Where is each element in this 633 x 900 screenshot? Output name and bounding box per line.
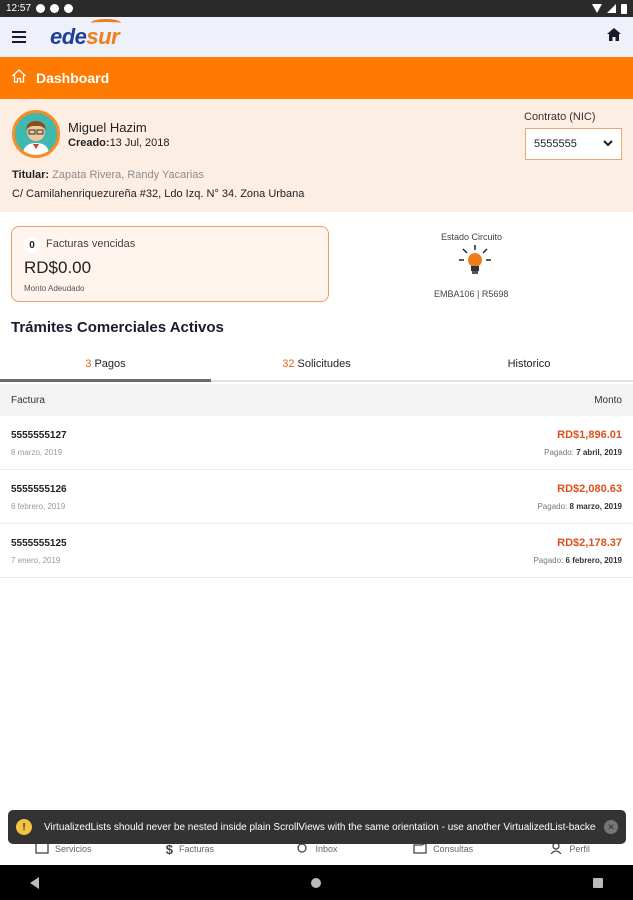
services-icon xyxy=(35,842,49,856)
invoice-list: 5555555127 8 marzo, 2019 RD$1,896.01 Pag… xyxy=(0,416,633,578)
app-header: edesur xyxy=(0,17,633,57)
invoice-date: 6 febrero, 2019 xyxy=(11,502,66,511)
contract-label: Contrato (NIC) xyxy=(524,111,596,123)
battery-icon xyxy=(621,3,627,14)
home-icon[interactable] xyxy=(607,28,621,46)
consultas-icon xyxy=(413,841,427,856)
warning-icon: ! xyxy=(16,819,32,835)
inbox-icon xyxy=(295,842,309,856)
tab-solicitudes[interactable]: 32 Solicitudes xyxy=(211,348,422,380)
dashboard-bar: Dashboard xyxy=(0,57,633,99)
nav-consultas[interactable]: Consultas xyxy=(380,841,507,856)
invoice-amount: RD$2,178.37 xyxy=(557,537,622,549)
hamburger-menu-icon[interactable] xyxy=(12,31,26,43)
tab-historico[interactable]: Historico xyxy=(422,348,633,380)
tab-bar: 3 Pagos 32 Solicitudes Historico xyxy=(0,348,633,382)
paid-date: Pagado: 7 abril, 2019 xyxy=(544,448,622,457)
paid-date: Pagado: 6 febrero, 2019 xyxy=(533,556,622,565)
overdue-label: Facturas vencidas xyxy=(46,238,136,250)
invoice-number: 5555555127 xyxy=(11,430,67,441)
download-status-icon xyxy=(64,4,74,13)
nav-servicios[interactable]: Servicios xyxy=(0,842,127,856)
profile-icon xyxy=(549,842,563,856)
column-monto: Monto xyxy=(594,394,622,406)
circuit-code: EMBA106 | R5698 xyxy=(434,289,509,299)
table-row[interactable]: 5555555125 7 enero, 2019 RD$2,178.37 Pag… xyxy=(0,524,633,578)
table-row[interactable]: 5555555127 8 marzo, 2019 RD$1,896.01 Pag… xyxy=(0,416,633,470)
overdue-count-badge: 0 xyxy=(24,237,40,253)
created-date: Creado:13 Jul, 2018 xyxy=(68,137,170,149)
titular-info: Titular: Zapata Rivera, Randy Yacarias xyxy=(12,169,204,181)
address: C/ Camilahenriquezureña #32, Ldo Izq. N°… xyxy=(12,188,305,200)
close-icon[interactable]: ✕ xyxy=(604,820,618,834)
paid-date: Pagado: 8 marzo, 2019 xyxy=(537,502,622,511)
invoice-number: 5555555126 xyxy=(11,484,67,495)
status-time: 12:57 xyxy=(6,3,32,14)
recent-apps-button[interactable] xyxy=(593,877,603,888)
chevron-down-icon xyxy=(603,138,613,150)
table-header: Factura Monto xyxy=(0,384,633,416)
invoice-date: 8 marzo, 2019 xyxy=(11,448,63,457)
toast-message: VirtualizedLists should never be nested … xyxy=(44,821,596,833)
sync-status-icon xyxy=(50,4,60,13)
wifi-icon xyxy=(592,4,602,13)
contract-select[interactable]: 5555555 xyxy=(525,128,622,160)
user-name: Miguel Hazim xyxy=(68,120,147,135)
lightbulb-icon xyxy=(458,244,492,283)
page-title: Dashboard xyxy=(36,70,110,86)
invoice-date: 7 enero, 2019 xyxy=(11,556,61,565)
invoice-number: 5555555125 xyxy=(11,538,67,549)
invoice-amount: RD$2,080.63 xyxy=(557,483,622,495)
circuit-label: Estado Circuito xyxy=(441,232,503,242)
edesur-logo: edesur xyxy=(50,19,122,50)
invoice-amount: RD$1,896.01 xyxy=(557,429,622,441)
overdue-invoices-card[interactable]: 0 Facturas vencidas RD$0.00 Monto Adeuda… xyxy=(11,226,329,302)
home-button[interactable] xyxy=(311,877,321,888)
nav-perfil[interactable]: Perfil xyxy=(506,842,633,856)
overdue-sublabel: Monto Adeudado xyxy=(24,284,85,293)
section-title: Trámites Comerciales Activos xyxy=(11,319,224,336)
overdue-amount: RD$0.00 xyxy=(24,258,92,277)
profile-section: Miguel Hazim Creado:13 Jul, 2018 Titular… xyxy=(0,99,633,212)
column-factura: Factura xyxy=(11,394,45,406)
status-bar: 12:57 xyxy=(0,0,633,17)
warning-toast[interactable]: ! VirtualizedLists should never be neste… xyxy=(8,810,626,844)
dashboard-home-icon xyxy=(11,68,27,88)
contract-value: 5555555 xyxy=(534,138,577,150)
nav-inbox[interactable]: Inbox xyxy=(253,842,380,856)
tab-pagos[interactable]: 3 Pagos xyxy=(0,348,211,382)
avatar[interactable] xyxy=(12,110,60,158)
back-button[interactable] xyxy=(30,876,39,889)
android-nav-bar xyxy=(0,865,633,900)
signal-icon xyxy=(607,4,616,13)
warning-status-icon xyxy=(36,4,46,13)
table-row[interactable]: 5555555126 6 febrero, 2019 RD$2,080.63 P… xyxy=(0,470,633,524)
